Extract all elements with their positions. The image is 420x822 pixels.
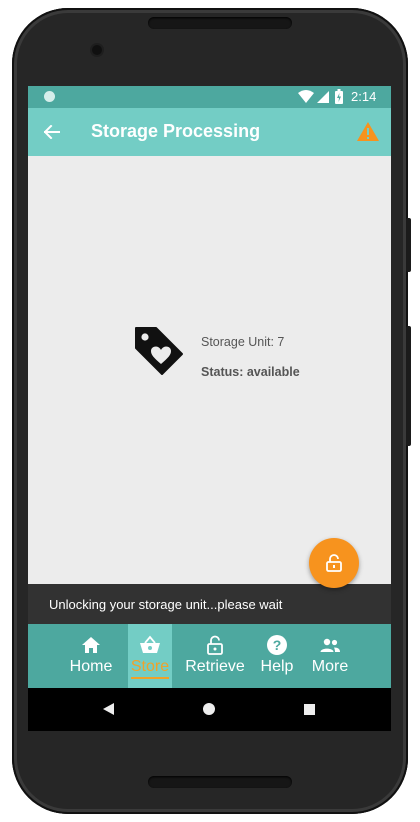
home-icon [82,637,100,653]
bottom-speaker [148,776,292,788]
nav-retrieve-label: Retrieve [185,658,245,675]
nav-store-label: Store [130,658,170,679]
warning-icon[interactable] [357,122,379,141]
system-nav-bar [28,688,391,731]
home-circle-icon[interactable] [203,703,215,715]
nav-store[interactable]: Store [128,624,172,688]
nav-home-label: Home [69,658,113,675]
unlock-fab-button[interactable] [309,538,359,588]
signal-icon [317,91,329,103]
battery-icon [335,89,343,104]
basket-icon [140,635,160,653]
volume-button [406,326,411,446]
content-area: Storage Unit: 7 Status: available [28,156,391,584]
snackbar: Unlocking your storage unit...please wai… [28,584,391,624]
svg-text:?: ? [273,637,282,653]
tag-heart-icon [135,327,183,375]
back-triangle-icon[interactable] [103,703,114,715]
nav-more-label: More [311,658,349,675]
nav-help[interactable]: ? Help [257,624,297,688]
top-speaker [148,17,292,29]
lock-open-icon [207,635,223,655]
bottom-navigation: Home Store Retrieve ? Help More [28,624,391,688]
people-icon [320,638,340,652]
nav-retrieve[interactable]: Retrieve [184,624,246,688]
help-icon: ? [267,635,287,655]
screen: 2:14 Storage Processing Storage Unit: 7 … [28,86,391,731]
nav-more[interactable]: More [308,624,352,688]
snackbar-message: Unlocking your storage unit...please wai… [49,597,283,612]
recents-square-icon[interactable] [304,704,315,715]
app-bar: Storage Processing [28,108,391,156]
nav-help-label: Help [260,658,294,675]
page-title: Storage Processing [91,121,261,141]
wifi-icon [298,90,314,103]
lock-open-icon [326,554,342,572]
front-camera [92,45,102,55]
notification-dot-icon [44,91,55,102]
storage-unit-label: Storage Unit: 7 [201,335,285,349]
clock-time: 2:14 [351,89,377,104]
nav-home[interactable]: Home [64,624,118,688]
status-label: Status: available [201,365,300,379]
power-button [406,218,411,272]
status-bar: 2:14 [28,86,391,108]
back-arrow-icon[interactable] [44,125,60,139]
